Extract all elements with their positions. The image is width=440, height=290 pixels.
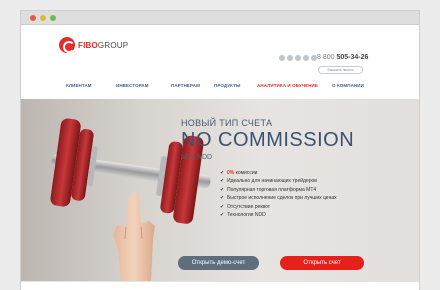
hero-banner: НОВЫЙ ТИП СЧЕТА NO COMMISSION MT4 NDD 0%… bbox=[21, 99, 419, 281]
feature-item: Отсутствие реквот bbox=[220, 204, 370, 211]
hero-subtitle: НОВЫЙ ТИП СЧЕТА bbox=[181, 118, 273, 128]
open-demo-account-button[interactable]: Открыть демо-счет bbox=[178, 256, 259, 270]
phone-number[interactable]: 8 800 505-34-26 bbox=[317, 54, 368, 61]
maximize-window-dot[interactable] bbox=[50, 15, 56, 21]
close-window-dot[interactable] bbox=[30, 15, 36, 21]
main-nav: КЛИЕНТАМ ИНВЕСТОРАМ ПАРТНЕРАМ ПРОДУКТЫ А… bbox=[21, 75, 419, 101]
nav-item-partners[interactable]: ПАРТНЕРАМ bbox=[171, 83, 200, 88]
google-plus-icon[interactable] bbox=[303, 55, 309, 61]
hero-tag: MT4 NDD bbox=[181, 154, 213, 161]
page-footer-strip bbox=[21, 281, 419, 290]
feature-text: комиссии bbox=[234, 170, 258, 176]
callback-button[interactable]: Заказать звонок bbox=[318, 66, 363, 74]
nav-item-investors[interactable]: ИНВЕСТОРАМ bbox=[116, 83, 149, 88]
minimize-window-dot[interactable] bbox=[40, 15, 46, 21]
feature-item: Идеально для начинающих трейдеров bbox=[220, 178, 370, 185]
brand-logo[interactable]: FIBOGROUP bbox=[59, 37, 128, 53]
nav-item-about[interactable]: О КОМПАНИИ bbox=[332, 83, 364, 88]
feature-item: Технология NDD bbox=[220, 212, 370, 219]
twitter-icon[interactable] bbox=[287, 55, 293, 61]
browser-titlebar bbox=[21, 11, 419, 25]
feature-item: Быстрое исполнение сделок при лучших цен… bbox=[220, 195, 370, 202]
hero-title: NO COMMISSION bbox=[181, 129, 355, 151]
site-header: FIBOGROUP 8 800 505-34-26 Заказать звоно… bbox=[21, 25, 419, 75]
phone-digits: 505-34-26 bbox=[336, 54, 369, 61]
feature-item: Популярная торговая платформа МТ4 bbox=[220, 187, 370, 194]
feature-list: 0% комиссии Идеально для начинающих трей… bbox=[220, 170, 370, 220]
logo-text-primary: FIBO bbox=[78, 40, 98, 50]
nav-item-clients[interactable]: КЛИЕНТАМ bbox=[66, 83, 92, 88]
open-account-button[interactable]: Открыть счет bbox=[280, 256, 364, 270]
nav-item-analytics[interactable]: АНАЛИТИКА И ОБУЧЕНИЕ bbox=[257, 83, 318, 88]
feature-item: 0% комиссии bbox=[220, 170, 370, 177]
phone-prefix: 8 800 bbox=[317, 54, 337, 61]
logo-mark-icon bbox=[59, 37, 75, 53]
nav-item-products[interactable]: ПРОДУКТЫ bbox=[214, 83, 241, 88]
vk-icon[interactable] bbox=[295, 55, 301, 61]
browser-window: FIBOGROUP 8 800 505-34-26 Заказать звоно… bbox=[20, 10, 420, 290]
facebook-icon[interactable] bbox=[279, 55, 285, 61]
logo-text: FIBOGROUP bbox=[78, 41, 128, 50]
social-links bbox=[279, 55, 317, 61]
logo-text-secondary: GROUP bbox=[97, 40, 129, 50]
